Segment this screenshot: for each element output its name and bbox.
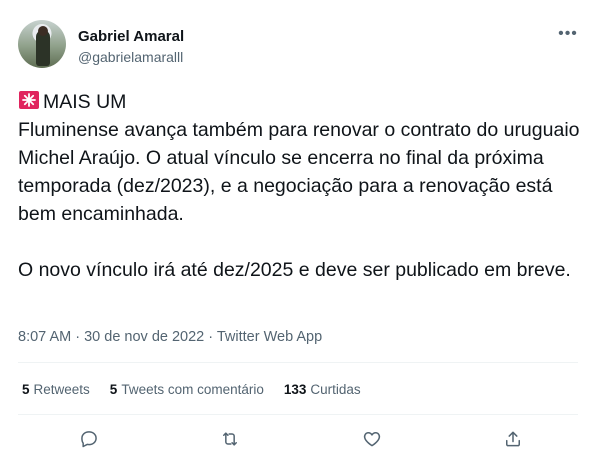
like-icon[interactable]: [358, 425, 386, 453]
quote-tweets-count: 5: [109, 382, 118, 397]
more-horizontal-icon[interactable]: •••: [558, 24, 578, 44]
retweets-count: 5: [22, 382, 30, 397]
retweets-stat[interactable]: 5 Retweets: [22, 382, 90, 397]
tweet-headline: MAIS UM: [43, 91, 127, 113]
author-name[interactable]: Gabriel Amaral: [78, 28, 184, 45]
share-icon[interactable]: [499, 425, 527, 453]
meta-separator: ·: [71, 329, 85, 345]
author-handle[interactable]: @gabrielamaralll: [78, 49, 183, 65]
retweet-icon[interactable]: [216, 425, 244, 453]
siren-emoji-icon: [19, 91, 39, 109]
quote-tweets-label: Tweets com comentário: [121, 382, 264, 397]
tweet-time-link[interactable]: 8:07 AM: [18, 329, 71, 345]
tweet-header: Gabriel Amaral @gabrielamaralll •••: [18, 20, 596, 72]
tweet-date-link[interactable]: 30 de nov de 2022: [84, 329, 204, 345]
tweet-stats: 5 Retweets 5 Tweets com comentário 133 Curt…: [22, 382, 381, 397]
avatar[interactable]: [18, 20, 66, 68]
tweet-source-link[interactable]: Twitter Web App: [217, 329, 322, 345]
quote-tweets-stat[interactable]: 5 Tweets com comentário: [110, 382, 264, 397]
likes-count: 133: [283, 382, 307, 397]
reply-icon[interactable]: [75, 425, 103, 453]
meta-separator: ·: [204, 329, 217, 345]
tweet-paragraph-2: O novo vínculo irá até dez/2025 e deve s…: [18, 259, 571, 281]
likes-stat[interactable]: 133 Curtidas: [284, 382, 361, 397]
tweet-text: MAIS UM Fluminense avança também para re…: [18, 88, 584, 284]
divider: [18, 414, 578, 415]
avatar-head: [38, 26, 48, 36]
likes-label: Curtidas: [310, 382, 361, 397]
tweet-meta: 8:07 AM · 30 de nov de 2022 · Twitter We…: [18, 329, 322, 345]
tweet-headline-line: MAIS UM: [18, 88, 584, 116]
divider: [18, 362, 578, 363]
tweet-paragraph-1: Fluminense avança também para renovar o …: [18, 119, 585, 225]
tweet-actions: [0, 425, 596, 455]
retweets-label: Retweets: [33, 382, 90, 397]
